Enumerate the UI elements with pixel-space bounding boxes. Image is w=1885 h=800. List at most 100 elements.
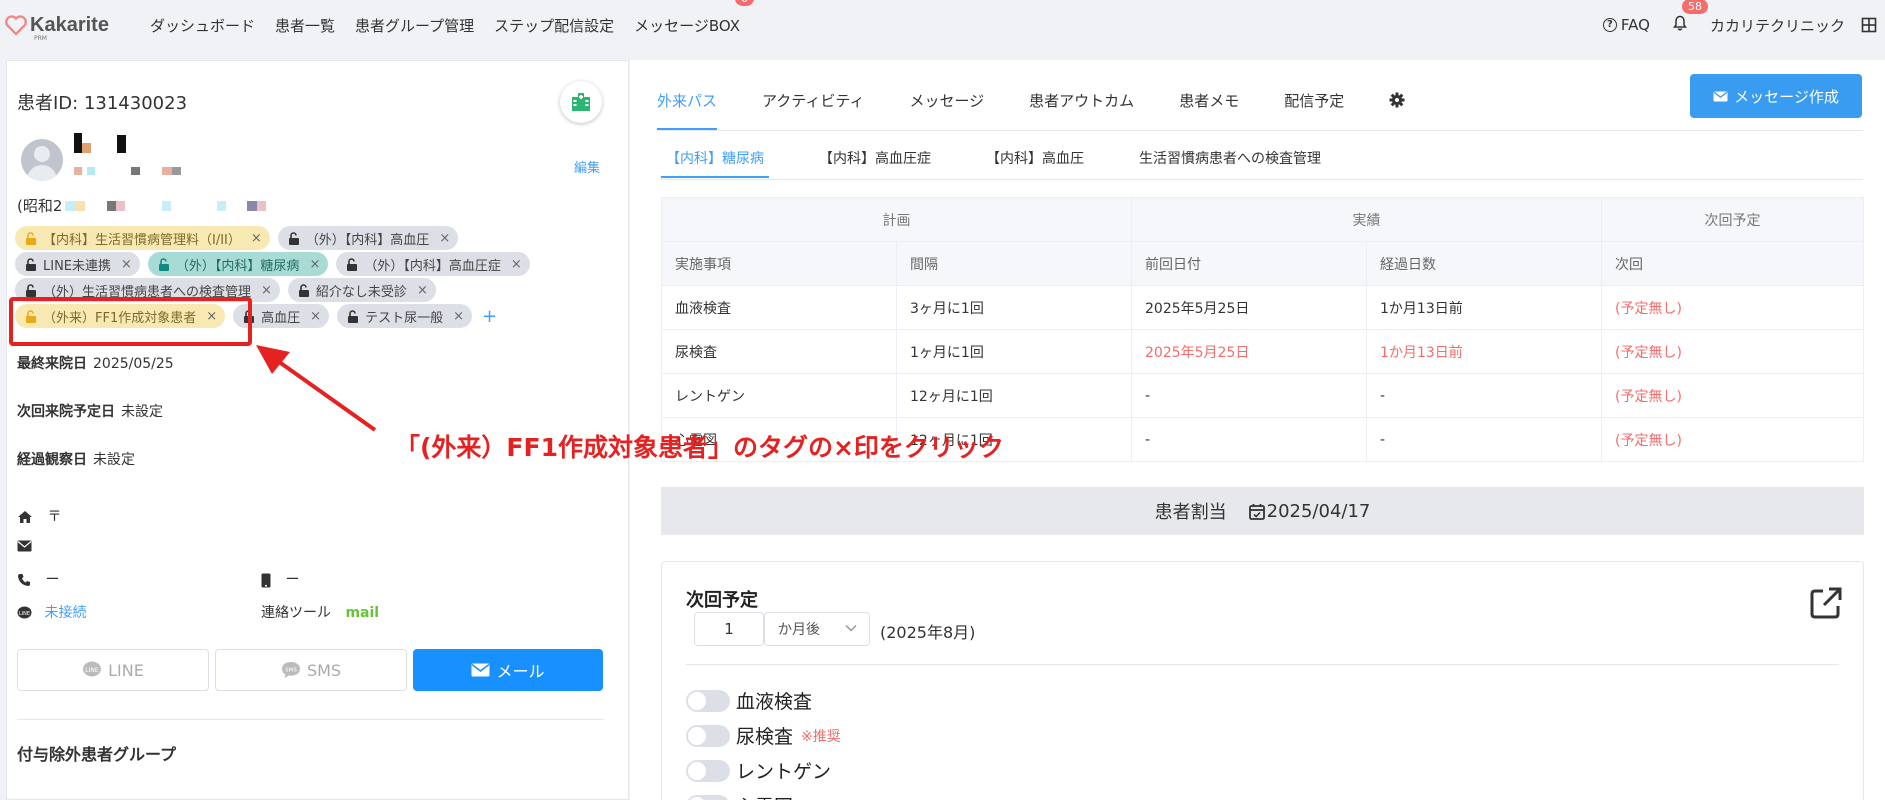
compose-message-button[interactable]: メッセージ作成 [1690,74,1862,118]
subtab-hypertension-disease[interactable]: 【内科】高血圧症 [814,148,936,178]
nav-dashboard[interactable]: ダッシュボード [150,15,255,36]
next-schedule-title: 次回予定 [686,590,758,611]
col-next: 次回 [1601,241,1864,286]
interval-unit-select[interactable]: か月後 [764,612,870,646]
exam-toggle-switch[interactable] [686,724,730,747]
exam-toggle-switch[interactable] [686,759,730,782]
last-visit-label: 最終来院日 [17,356,87,372]
tag-row: LINE未連携 × （外）【内科】糖尿病 × （外）【内科】高血圧症 × [15,251,615,277]
tag-remove-icon[interactable]: × [261,283,272,298]
tab-patient-memo[interactable]: 患者メモ [1179,90,1239,130]
clinic-name[interactable]: カカリテクリニック [1710,15,1845,36]
cell: 血液検査 [661,285,897,330]
exam-toggle-switch[interactable] [686,689,730,712]
tag-remove-icon[interactable]: × [439,231,450,246]
col-interval: 間隔 [896,241,1132,286]
hospital-icon [572,93,590,111]
unlock-icon [288,231,299,245]
subtab-diabetes[interactable]: 【内科】糖尿病 [661,148,769,178]
tab-patient-outcome[interactable]: 患者アウトカム [1029,90,1134,130]
tag-item[interactable]: 紹介なし未受診 × [287,278,436,302]
nav-patient-list[interactable]: 患者一覧 [275,15,335,36]
tag-item[interactable]: （外）生活習慣病患者への検査管理 × [15,278,280,302]
unlock-icon [347,257,358,271]
col-item: 実施事項 [661,241,897,286]
tag-item[interactable]: （外）【内科】糖尿病 × [147,252,329,276]
svg-text:LINE: LINE [85,667,99,674]
plan-table: 計画 実績 次回予定 実施事項 間隔 前回日付 経過日数 次回 血液検査 3ヶ月… [661,197,1864,462]
tag-item-ff1[interactable]: （外来）FF1作成対象患者 × [15,304,226,328]
message-badge: 0 [735,0,755,6]
observation-label: 経過観察日 [17,452,87,468]
nav-message-box[interactable]: メッセージBOX 0 [634,0,755,36]
line-button[interactable]: LINE LINE [17,649,209,691]
tag-item[interactable]: 【内科】生活習慣病管理料（I/II） × [15,226,270,250]
tag-item[interactable]: テスト尿一般 × [337,304,472,328]
unlock-icon [26,283,36,297]
assign-date-group: 2025/04/17 [1248,501,1370,522]
nav-right: ? FAQ 58 カカリテクリニック [1602,0,1877,50]
cell: 1か月13日前 [1366,285,1602,330]
nav-patient-group[interactable]: 患者グループ管理 [355,15,474,36]
tag-remove-icon[interactable]: × [511,257,522,272]
card-divider [686,664,1839,665]
tab-activity[interactable]: アクティビティ [762,90,864,130]
annotation-arrow [256,345,377,432]
cell: 2025年5月25日 [1131,285,1367,330]
mail-button[interactable]: メール [413,649,603,691]
gear-icon[interactable] [1389,92,1405,108]
next-visit-row: 次回来院予定日 未設定 [17,401,163,421]
tab-outpatient-path[interactable]: 外来パス [657,90,718,130]
tab-delivery-schedule[interactable]: 配信予定 [1284,90,1344,130]
tag-row: 【内科】生活習慣病管理料（I/II） × （外）【内科】高血圧 × [15,225,615,251]
notification-bell[interactable]: 58 [1672,0,1708,35]
tag-item[interactable]: （外）【内科】高血圧 × [277,226,459,250]
line-icon: LINE [17,606,32,619]
tag-remove-icon[interactable]: × [121,257,132,272]
exam-toggle-switch[interactable] [686,794,730,800]
nav-message-box-label: メッセージBOX [634,16,741,35]
faq-label: FAQ [1620,16,1650,34]
compose-message-label: メッセージ作成 [1734,87,1839,106]
tag-remove-icon[interactable]: × [309,257,320,272]
line-status-link[interactable]: 未接続 [44,605,86,621]
external-link-icon[interactable] [1809,586,1843,620]
subtab-hypertension[interactable]: 【内科】高血圧 [981,148,1089,178]
add-tag-button[interactable]: + [482,306,497,327]
next-month-text: (2025年8月) [880,623,976,642]
app-grid-icon[interactable] [1861,17,1877,33]
cell: - [1366,373,1602,418]
subtab-lifestyle-exam[interactable]: 生活習慣病患者への検査管理 [1134,148,1326,178]
avatar [21,139,63,181]
nav-links: ダッシュボード 患者一覧 患者グループ管理 ステップ配信設定 メッセージBOX … [150,0,760,36]
cell: レントゲン [661,373,897,418]
sms-button[interactable]: SMS SMS [215,649,407,691]
tag-remove-icon[interactable]: × [417,283,428,298]
hospital-button[interactable] [560,81,602,123]
next-interval-input[interactable] [694,612,764,646]
faq-link[interactable]: ? FAQ [1602,16,1650,34]
tag-remove-icon[interactable]: × [453,309,464,324]
envelope-icon [17,540,32,552]
mobile-row: ー [261,569,299,589]
unlock-icon [26,309,36,323]
tag-item[interactable]: （外）【内科】高血圧症 × [336,252,530,276]
tag-label: 【内科】生活習慣病管理料（I/II） [43,232,241,248]
tag-remove-icon[interactable]: × [310,309,321,324]
cell: 2025年5月25日 [1131,329,1367,374]
tag-remove-icon[interactable]: × [251,231,262,246]
unlock-icon [244,309,255,323]
next-visit-value: 未設定 [121,404,163,420]
cell: 1ヶ月に1回 [896,329,1132,374]
tag-ff1-remove-icon[interactable]: × [206,309,217,324]
edit-link[interactable]: 編集 [574,157,600,176]
nav-step-delivery[interactable]: ステップ配信設定 [494,15,614,36]
tag-item[interactable]: 高血圧 × [233,304,330,328]
contact-buttons: LINE LINE SMS SMS メール [17,649,609,691]
tag-item[interactable]: LINE未連携 × [15,252,140,276]
tab-message[interactable]: メッセージ [909,90,984,130]
tag-label: LINE未連携 [43,258,112,274]
logo[interactable]: Kakarite PRM [4,13,136,42]
contact-tool-value: mail [345,605,380,621]
tag-label: （外）【内科】糖尿病 [175,258,300,274]
